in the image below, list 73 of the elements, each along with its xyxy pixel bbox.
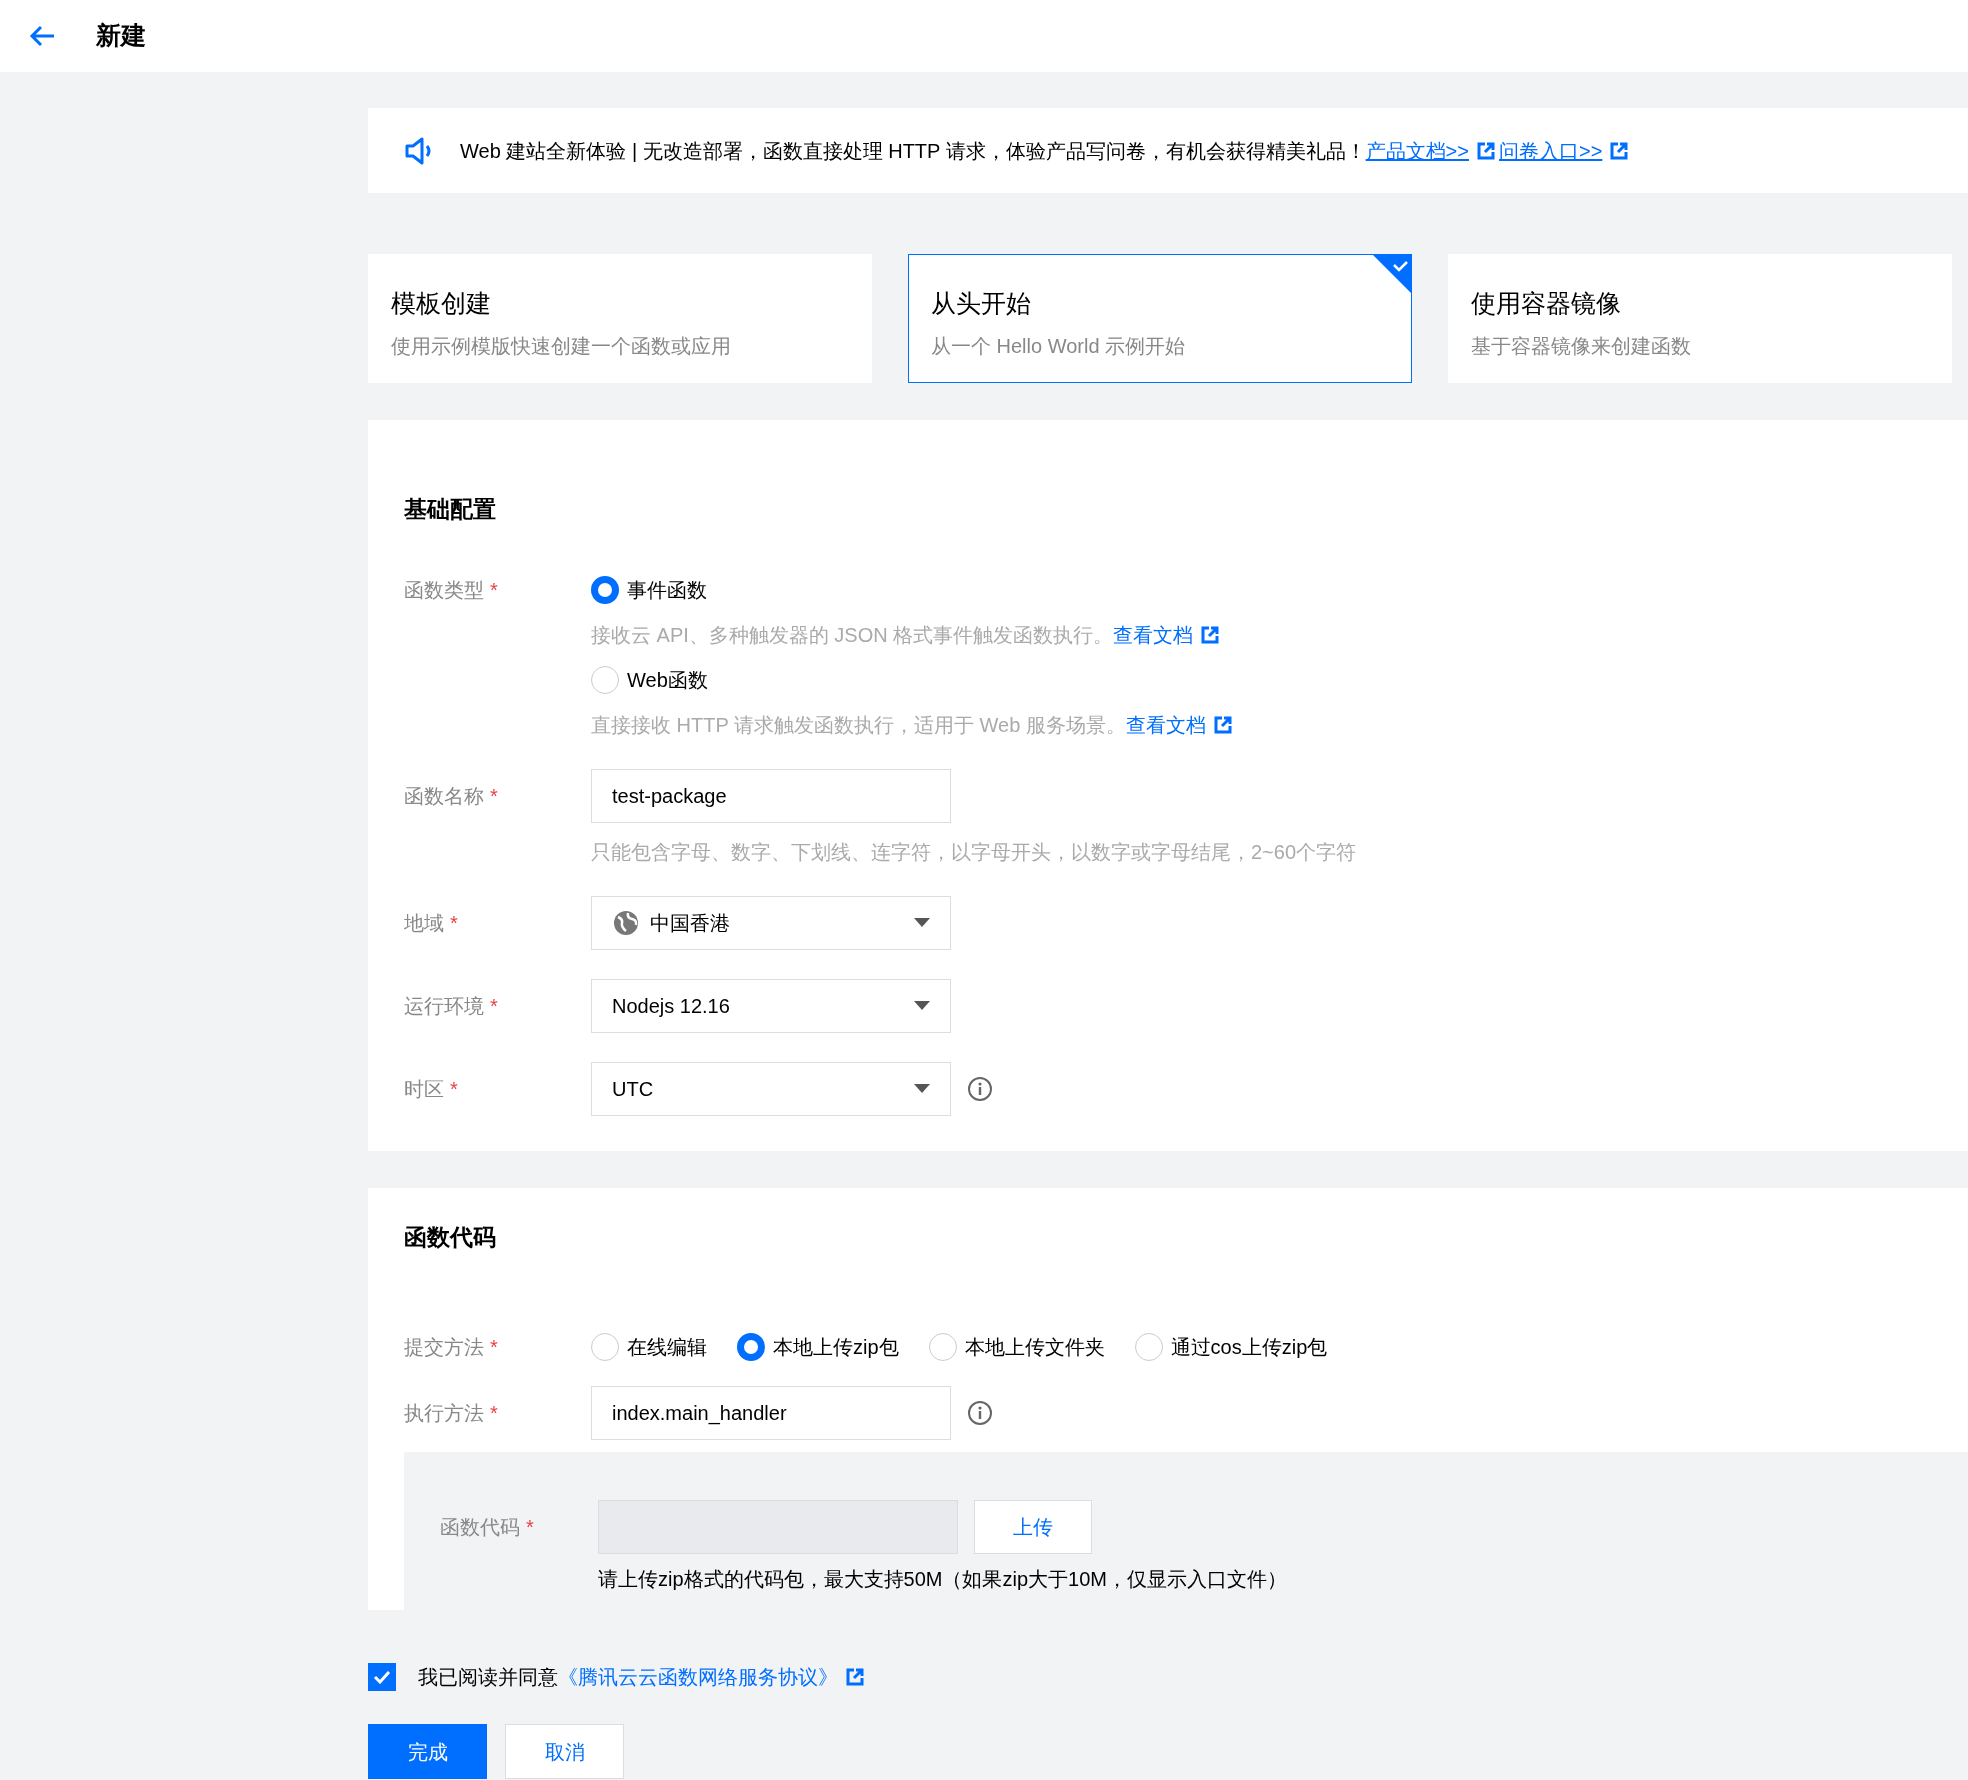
radio-button[interactable] [928,1333,957,1361]
back-arrow-icon [28,24,56,48]
selected-corner-icon [1373,255,1411,293]
dropdown-caret-icon [914,1001,930,1010]
agreement-link[interactable]: 《腾讯云云函数网络服务协议》 [558,1662,838,1692]
required-mark: * [490,783,498,809]
required-mark: * [450,1076,458,1102]
select-field[interactable]: UTC [591,1061,951,1116]
external-link-icon [1476,141,1495,160]
mode-title: 模板创建 [391,288,492,319]
cancel-button[interactable]: 取消 [505,1724,624,1779]
field-hint: 只能包含字母、数字、下划线、连字符，以字母开头，以数字或字母结尾，2~60个字符 [591,839,1357,865]
agreement-checkbox[interactable] [368,1663,396,1691]
radio-label[interactable]: 本地上传zip包 [773,1332,899,1362]
mode-title: 使用容器镜像 [1471,288,1622,319]
field-label: 提交方法 [404,1335,484,1360]
radio-button[interactable] [1134,1333,1163,1361]
mode-card[interactable]: 模板创建 使用示例模版快速创建一个函数或应用 [368,254,872,383]
upload-button[interactable]: 上传 [974,1500,1092,1554]
required-mark: * [526,1515,534,1540]
radio-label[interactable]: 本地上传文件夹 [964,1332,1105,1362]
external-link-icon [1213,715,1232,734]
globe-icon [612,908,640,937]
upload-hint: 请上传zip格式的代码包，最大支持50M（如果zip大于10M，仅显示入口文件） [598,1567,1287,1592]
notice-link[interactable]: 问卷入口>> [1498,135,1603,166]
field-label: 函数类型 [404,577,484,603]
radio-label[interactable]: 通过cos上传zip包 [1170,1332,1328,1362]
field-label: 运行环境 [404,993,484,1019]
agreement-text: 我已阅读并同意 [418,1665,558,1690]
text-field[interactable]: test-package [591,768,951,823]
page-title: 新建 [96,20,146,52]
radio-label[interactable]: Web函数 [627,664,708,695]
field-label: 函数代码 [440,1515,520,1540]
section-title: 基础配置 [404,495,497,524]
radio-button[interactable] [591,575,619,604]
mode-title: 从头开始 [931,288,1032,319]
required-mark: * [490,1335,498,1360]
required-mark: * [450,910,458,936]
submit-button[interactable]: 完成 [368,1724,487,1779]
mode-description: 从一个 Hello World 示例开始 [931,333,1187,359]
notice-link[interactable]: 产品文档>> [1365,135,1469,166]
option-description: 接收云 API、多种触发器的 JSON 格式事件触发函数执行。 [591,622,1114,648]
file-path-field[interactable] [598,1500,958,1554]
external-link-icon [1610,141,1629,160]
option-description: 直接接收 HTTP 请求触发函数执行，适用于 Web 服务场景。 [591,712,1126,738]
radio-button[interactable] [737,1333,765,1361]
mode-description: 使用示例模版快速创建一个函数或应用 [391,333,732,359]
external-link-icon [846,1668,864,1686]
docs-link[interactable]: 查看文档 [1113,619,1194,650]
required-mark: * [490,577,498,603]
required-mark: * [490,993,498,1019]
field-label: 函数名称 [404,783,484,809]
radio-button[interactable] [591,1333,619,1361]
mode-description: 基于容器镜像来创建函数 [1471,333,1692,359]
select-field[interactable]: Nodejs 12.16 [591,978,951,1033]
section-title: 函数代码 [404,1222,497,1252]
field-label: 执行方法 [404,1401,484,1426]
text-field[interactable]: index.main_handler [591,1386,951,1440]
mode-card[interactable]: 使用容器镜像 基于容器镜像来创建函数 [1448,254,1952,383]
radio-label[interactable]: 在线编辑 [627,1332,707,1362]
external-link-icon [1201,625,1220,644]
select-field[interactable]: 中国香港 [591,895,951,950]
field-label: 地域 [404,910,444,936]
radio-label[interactable]: 事件函数 [627,574,707,605]
field-label: 时区 [404,1076,444,1102]
dropdown-caret-icon [914,918,930,927]
mode-card[interactable]: 从头开始 从一个 Hello World 示例开始 [908,254,1412,383]
required-mark: * [490,1401,498,1426]
notice-text: Web 建站全新体验 | 无改造部署，函数直接处理 HTTP 请求，体验产品写问卷，有机会获得精美礼品！ [460,138,1366,164]
checkmark-icon [373,1670,391,1684]
dropdown-caret-icon [914,1084,930,1093]
radio-button[interactable] [591,665,619,694]
docs-link[interactable]: 查看文档 [1125,709,1206,740]
